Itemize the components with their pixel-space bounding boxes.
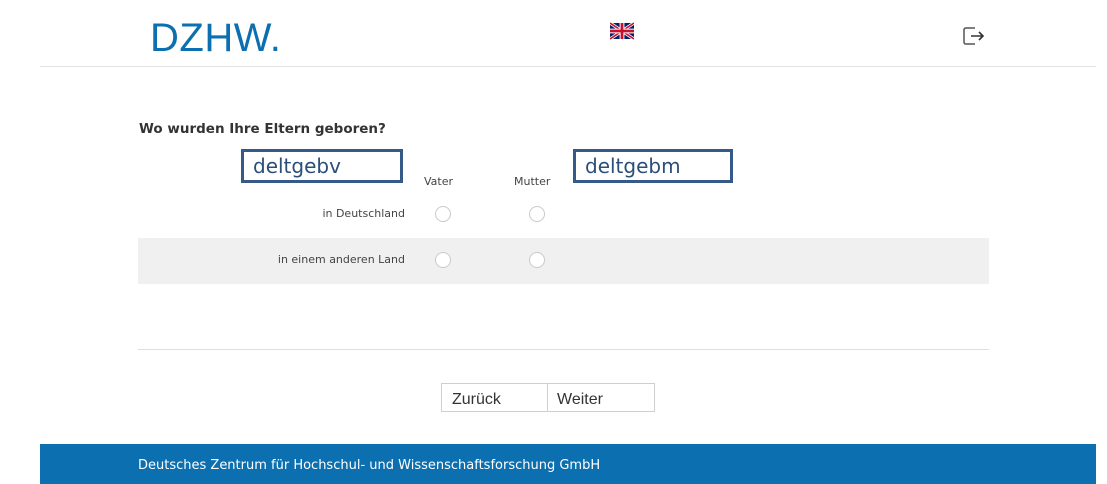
dzhw-logo: DZHW. xyxy=(150,16,282,60)
footer-text: Deutsches Zentrum für Hochschul- und Wis… xyxy=(138,458,601,473)
radio-vater-deutschland[interactable] xyxy=(435,206,451,222)
answer-row-deutschland: in Deutschland xyxy=(138,192,989,238)
next-button[interactable]: Weiter xyxy=(547,383,655,412)
back-button[interactable]: Zurück xyxy=(441,383,548,412)
radio-mutter-anderes-land[interactable] xyxy=(529,252,545,268)
annotation-vater-variable: deltgebv xyxy=(241,149,403,183)
radio-mutter-deutschland[interactable] xyxy=(529,206,545,222)
row-label: in Deutschland xyxy=(322,207,405,220)
logout-icon[interactable] xyxy=(963,26,985,46)
radio-vater-anderes-land[interactable] xyxy=(435,252,451,268)
header-divider xyxy=(40,66,1096,67)
uk-flag-icon[interactable] xyxy=(610,22,634,40)
answer-row-anderes-land: in einem anderen Land xyxy=(138,238,989,284)
footer-bar: Deutsches Zentrum für Hochschul- und Wis… xyxy=(40,444,1096,484)
annotation-mutter-variable: deltgebm xyxy=(573,149,733,183)
column-header-mutter: Mutter xyxy=(514,175,551,188)
question-title: Wo wurden Ihre Eltern geboren? xyxy=(139,121,386,137)
content-divider xyxy=(138,349,989,350)
row-label: in einem anderen Land xyxy=(277,253,405,266)
column-header-vater: Vater xyxy=(424,175,454,188)
